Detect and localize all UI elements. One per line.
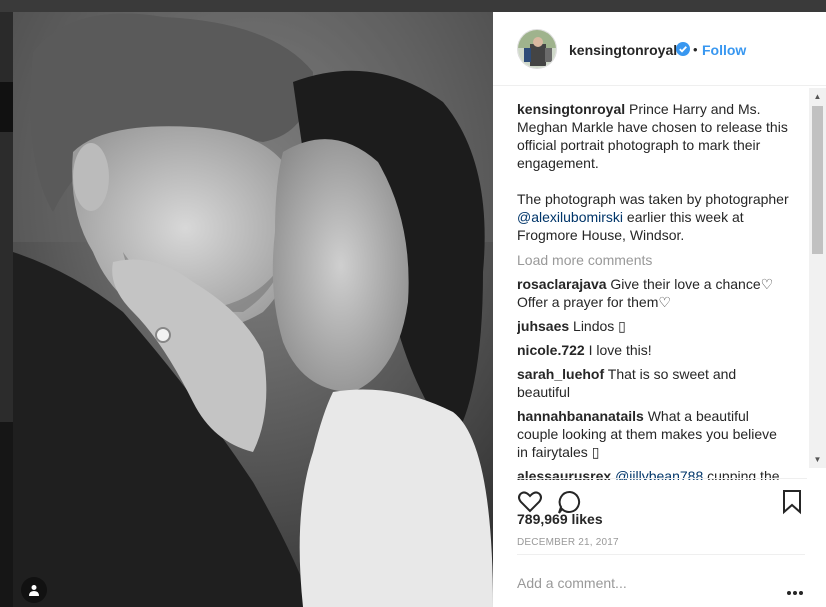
engagement-portrait-image: [13, 12, 493, 607]
comment-username[interactable]: rosaclarajava: [517, 276, 607, 292]
more-options-button[interactable]: [787, 582, 803, 600]
post-date[interactable]: DECEMBER 21, 2017: [517, 537, 619, 548]
modal-backdrop-left[interactable]: [0, 12, 13, 607]
follow-button[interactable]: Follow: [702, 42, 746, 58]
bookmark-icon[interactable]: [781, 489, 803, 515]
post-caption: kensingtonroyal Prince Harry and Ms. Meg…: [517, 100, 789, 244]
post-header: kensingtonroyal • Follow: [493, 12, 826, 86]
scroll-down-arrow-icon[interactable]: ▼: [809, 451, 826, 468]
likes-count[interactable]: 789,969 likes: [517, 511, 603, 527]
profile-photo: [518, 30, 556, 68]
post-photo: [13, 12, 493, 607]
post-side-panel: kensingtonroyal • Follow kensingtonroyal…: [493, 12, 826, 607]
comment-item: nicole.722 I love this!: [517, 341, 789, 359]
comments-scrollbar[interactable]: ▲ ▼: [809, 88, 826, 468]
comment-item: sarah_luehof That is so sweet and beauti…: [517, 365, 789, 401]
caption-text-2: The photograph was taken by photographer: [517, 191, 789, 207]
comment-username[interactable]: sarah_luehof: [517, 366, 604, 382]
separator-dot: •: [693, 42, 698, 57]
caption-mention-link[interactable]: @alexilubomirski: [517, 209, 623, 225]
comment-item: rosaclarajava Give their love a chance♡ …: [517, 275, 789, 311]
comment-text: Lindos ▯: [573, 318, 626, 334]
add-comment-bar: Add a comment...: [517, 554, 805, 607]
load-more-comments-link[interactable]: Load more comments: [517, 251, 789, 269]
tagged-people-button[interactable]: [21, 577, 47, 603]
post-author-username[interactable]: kensingtonroyal: [569, 42, 677, 58]
scroll-up-arrow-icon[interactable]: ▲: [809, 88, 826, 105]
comment-username[interactable]: hannahbananatails: [517, 408, 644, 424]
comment-text: I love this!: [588, 342, 652, 358]
caption-username[interactable]: kensingtonroyal: [517, 101, 625, 117]
comment-username[interactable]: juhsaes: [517, 318, 569, 334]
comment-item: juhsaes Lindos ▯: [517, 317, 789, 335]
more-dots-icon: [787, 591, 803, 595]
comments-list[interactable]: kensingtonroyal Prince Harry and Ms. Meg…: [517, 100, 789, 480]
comment-username[interactable]: nicole.722: [517, 342, 585, 358]
person-tag-icon: [29, 585, 39, 596]
avatar[interactable]: [517, 29, 557, 69]
add-comment-input[interactable]: Add a comment...: [517, 575, 627, 591]
comment-item: hannahbananatails What a beautiful coupl…: [517, 407, 789, 461]
scrollbar-thumb[interactable]: [812, 106, 823, 254]
verified-badge-icon: [676, 42, 690, 56]
modal-backdrop[interactable]: [0, 0, 826, 12]
